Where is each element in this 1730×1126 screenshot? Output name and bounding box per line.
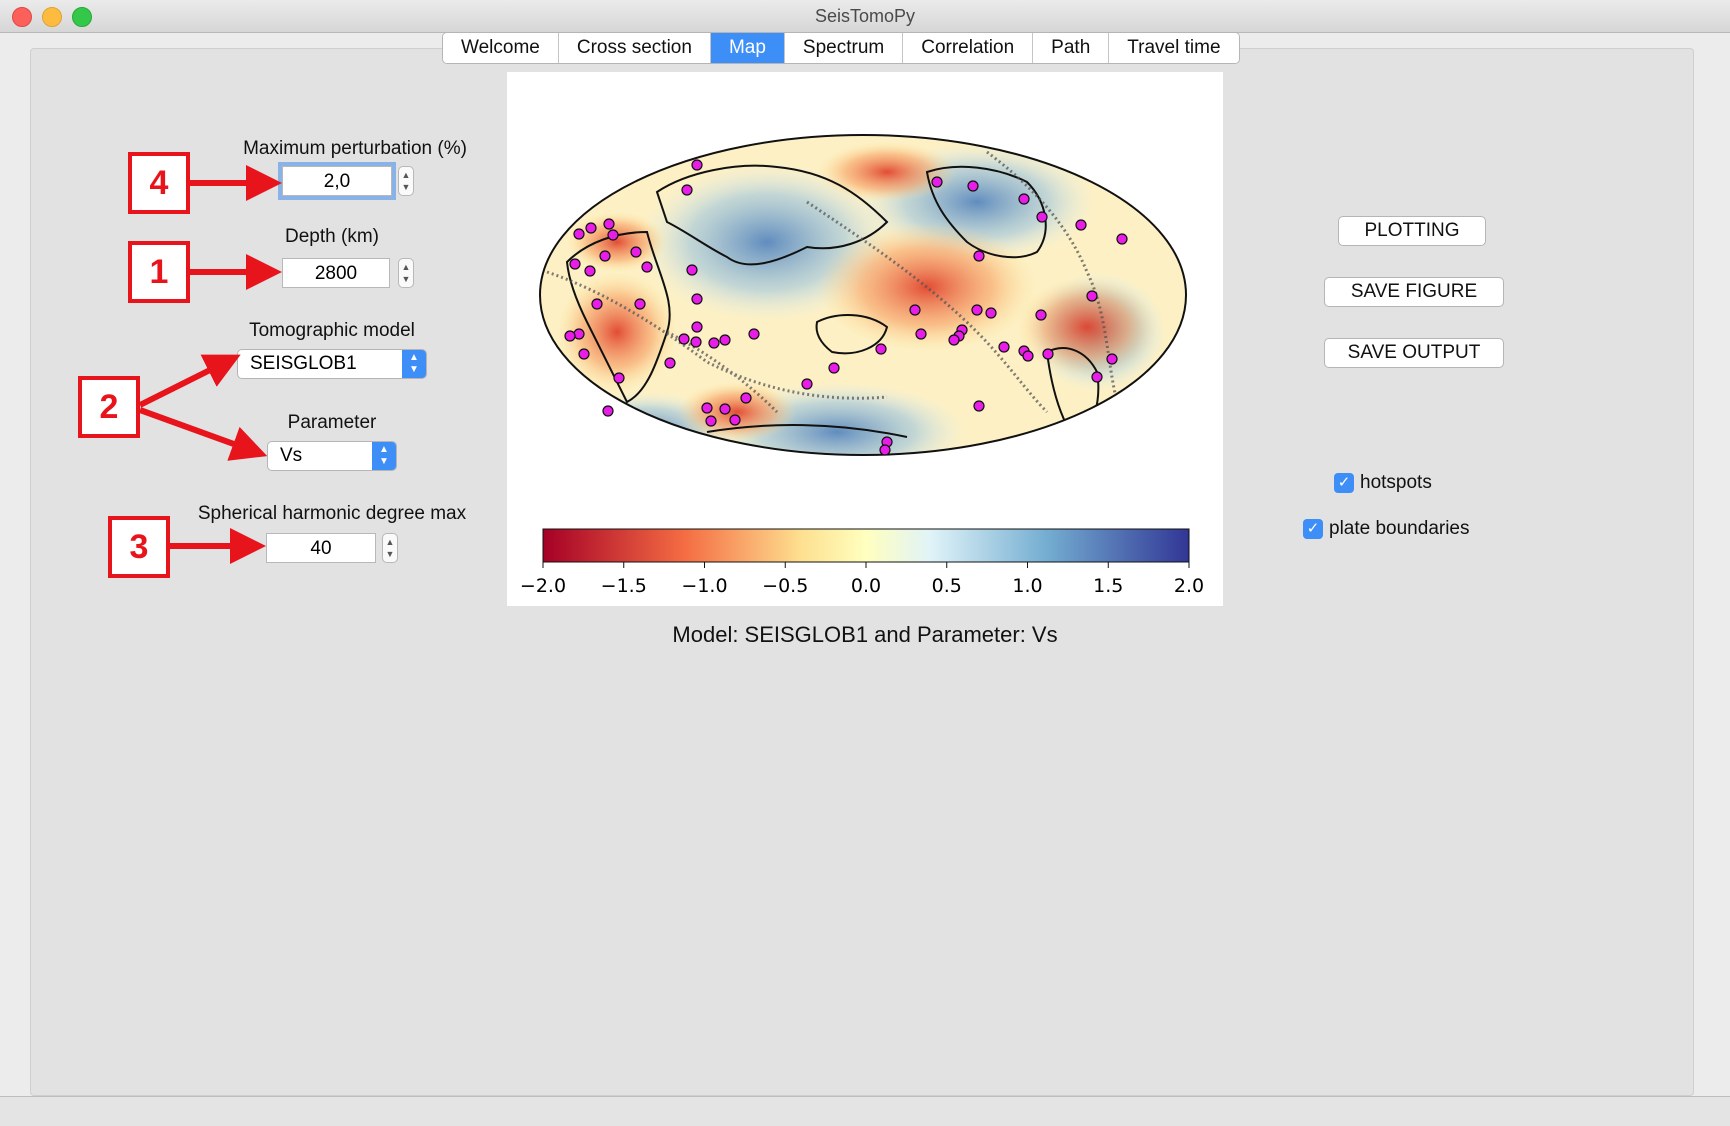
plate-boundaries-checkbox[interactable]: ✓ plate boundaries bbox=[1303, 518, 1470, 540]
hotspot-marker bbox=[584, 265, 596, 277]
hotspot-marker bbox=[719, 334, 731, 346]
arrow-2a bbox=[138, 354, 241, 408]
hotspot-marker bbox=[573, 328, 585, 340]
hotspot-marker bbox=[691, 293, 703, 305]
hotspot-marker bbox=[603, 218, 615, 230]
hotspot-marker bbox=[998, 341, 1010, 353]
hotspot-marker bbox=[801, 378, 813, 390]
hotspot-marker bbox=[641, 261, 653, 273]
hotspot-marker bbox=[971, 304, 983, 316]
hotspot-marker bbox=[569, 258, 581, 270]
hotspot-marker bbox=[1018, 193, 1030, 205]
save-output-button[interactable]: SAVE OUTPUT bbox=[1324, 338, 1504, 368]
hotspot-marker bbox=[748, 328, 760, 340]
hotspot-marker bbox=[578, 348, 590, 360]
hotspot-marker bbox=[607, 229, 619, 241]
hotspot-marker bbox=[1086, 290, 1098, 302]
hotspot-marker bbox=[740, 392, 752, 404]
colorbar-tick-label: 0.5 bbox=[932, 575, 962, 597]
hotspot-marker bbox=[564, 330, 576, 342]
hotspot-marker bbox=[1116, 233, 1128, 245]
hotspot-marker bbox=[1036, 211, 1048, 223]
hotspot-marker bbox=[634, 298, 646, 310]
hotspot-marker bbox=[875, 343, 887, 355]
map-figure: −2.0 −1.5 −1.0 −0.5 0.0 0.5 1.0 1.5 2.0 bbox=[507, 72, 1223, 606]
hotspot-marker bbox=[701, 402, 713, 414]
colorbar-tick-label: 1.5 bbox=[1093, 575, 1123, 597]
hotspot-marker bbox=[585, 222, 597, 234]
hotspot-marker bbox=[691, 321, 703, 333]
hotspot-marker bbox=[664, 357, 676, 369]
hotspot-marker bbox=[1075, 219, 1087, 231]
hotspot-marker bbox=[1022, 350, 1034, 362]
checkmark-icon: ✓ bbox=[1303, 518, 1323, 539]
colorbar-tick-label: 1.0 bbox=[1012, 575, 1042, 597]
hotspot-marker bbox=[705, 415, 717, 427]
hotspot-marker bbox=[599, 250, 611, 262]
hotspot-marker bbox=[681, 184, 693, 196]
hotspot-marker bbox=[948, 334, 960, 346]
hotspot-marker bbox=[967, 180, 979, 192]
hotspot-marker bbox=[915, 328, 927, 340]
hotspot-marker bbox=[573, 228, 585, 240]
hotspot-marker bbox=[729, 414, 741, 426]
hotspot-marker bbox=[1091, 371, 1103, 383]
colorbar-tick-label: 2.0 bbox=[1174, 575, 1204, 597]
hotspot-marker bbox=[613, 372, 625, 384]
hotspot-marker bbox=[678, 333, 690, 345]
checkmark-icon: ✓ bbox=[1334, 472, 1354, 493]
hotspots-checkbox[interactable]: ✓ hotspots bbox=[1334, 472, 1432, 494]
hotspot-marker bbox=[591, 298, 603, 310]
hotspot-marker bbox=[985, 307, 997, 319]
colorbar-tick-label: −2.0 bbox=[520, 575, 566, 597]
hotspot-marker bbox=[1035, 309, 1047, 321]
colorbar-tick-label: −1.5 bbox=[601, 575, 647, 597]
hotspot-marker bbox=[691, 159, 703, 171]
plate-boundaries-label: plate boundaries bbox=[1329, 518, 1470, 539]
hotspot-marker bbox=[879, 444, 891, 456]
hotspot-marker bbox=[1042, 348, 1054, 360]
tomography-map: −2.0 −1.5 −1.0 −0.5 0.0 0.5 1.0 1.5 2.0 bbox=[520, 134, 1204, 597]
colorbar-tick-label: 0.0 bbox=[851, 575, 881, 597]
hotspot-marker bbox=[828, 362, 840, 374]
hotspot-marker bbox=[719, 403, 731, 415]
arrow-2b bbox=[138, 407, 268, 461]
hotspot-marker bbox=[686, 264, 698, 276]
map-field bbox=[540, 135, 1186, 455]
save-figure-button[interactable]: SAVE FIGURE bbox=[1324, 277, 1504, 307]
hotspots-label: hotspots bbox=[1360, 472, 1432, 493]
hotspot-marker bbox=[973, 250, 985, 262]
hotspot-marker bbox=[690, 336, 702, 348]
hotspot-marker bbox=[602, 405, 614, 417]
hotspot-marker bbox=[973, 400, 985, 412]
figure-caption: Model: SEISGLOB1 and Parameter: Vs bbox=[672, 622, 1058, 647]
colorbar-tick-label: −0.5 bbox=[762, 575, 808, 597]
hotspot-marker bbox=[708, 337, 720, 349]
plotting-button[interactable]: PLOTTING bbox=[1338, 216, 1486, 246]
status-bar bbox=[0, 1096, 1730, 1126]
hotspot-marker bbox=[909, 304, 921, 316]
hotspot-marker bbox=[1106, 353, 1118, 365]
hotspot-marker bbox=[931, 176, 943, 188]
colorbar-ticks: −2.0 −1.5 −1.0 −0.5 0.0 0.5 1.0 1.5 2.0 bbox=[520, 562, 1204, 597]
colorbar bbox=[542, 528, 1190, 563]
hotspot-marker bbox=[630, 246, 642, 258]
colorbar-tick-label: −1.0 bbox=[681, 575, 727, 597]
